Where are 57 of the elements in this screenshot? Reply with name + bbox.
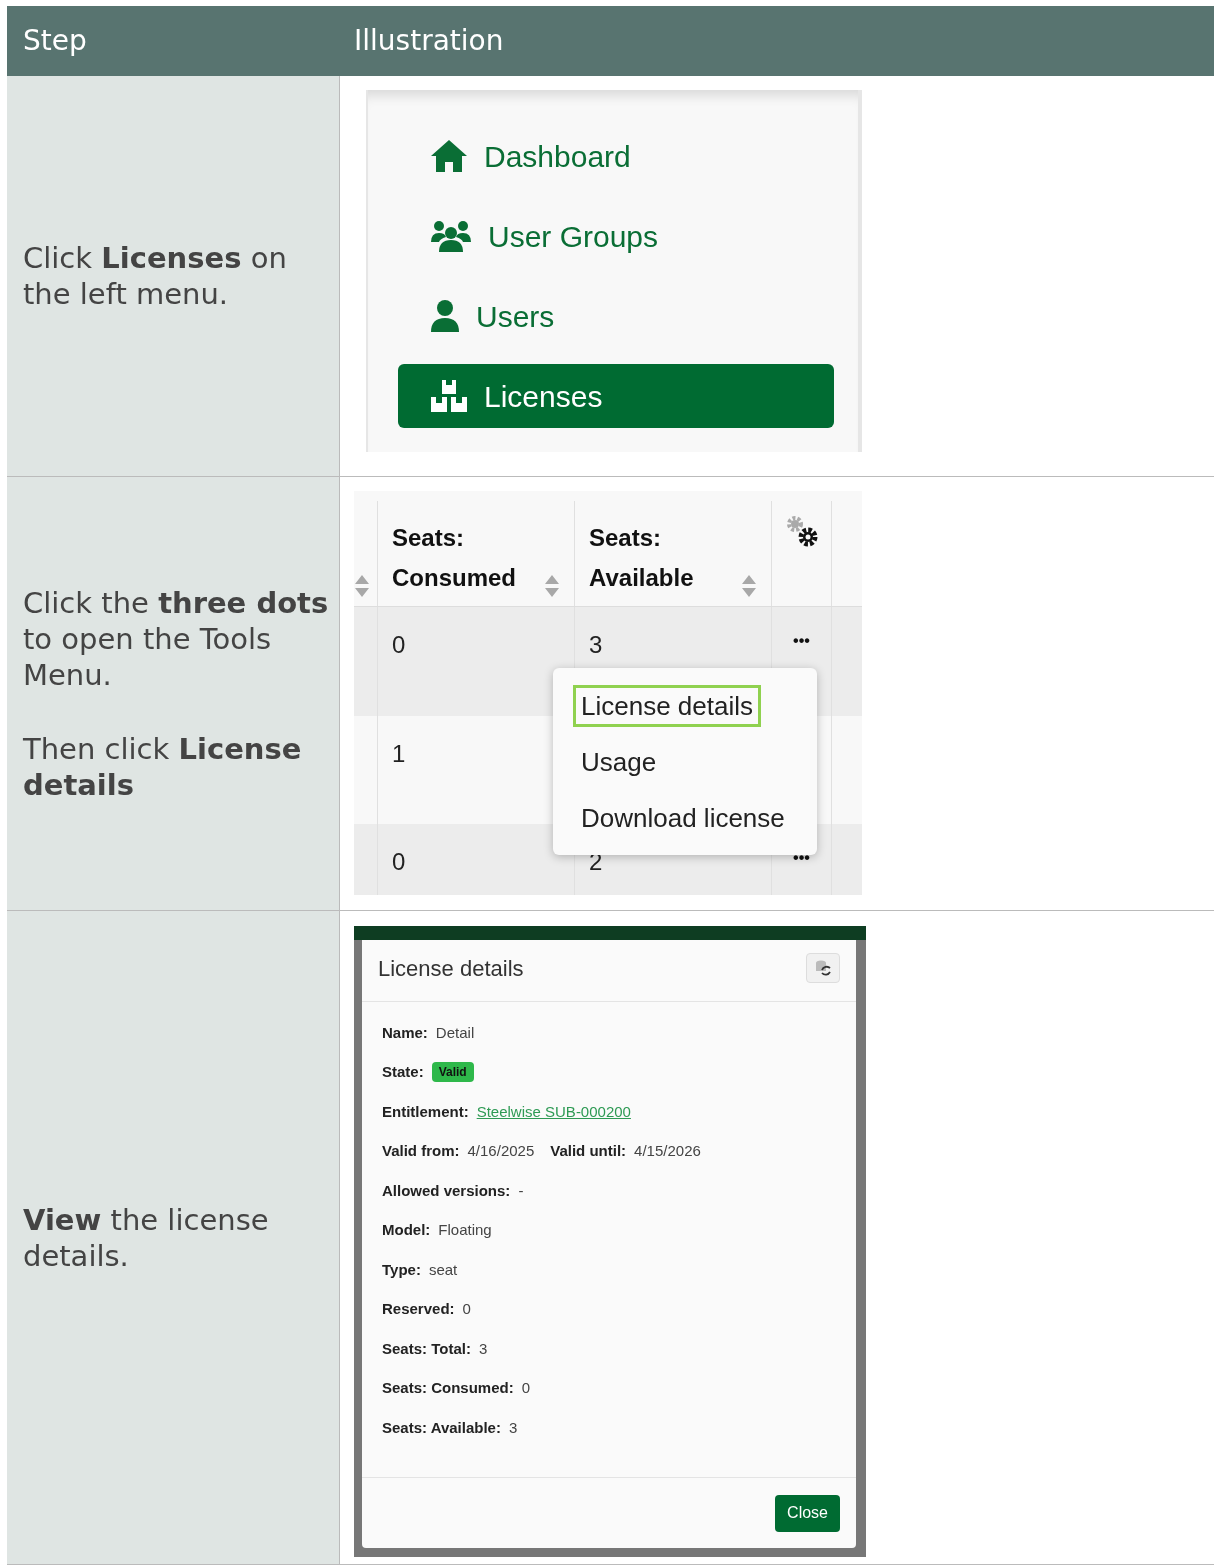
field-label: Type: bbox=[382, 1259, 421, 1280]
field-value: Floating bbox=[438, 1220, 492, 1240]
column-header[interactable]: Seats: Available bbox=[575, 501, 772, 606]
field-label: Valid from: bbox=[382, 1141, 460, 1161]
field-label: Seats: Total: bbox=[382, 1338, 471, 1359]
field-label: Seats: Available: bbox=[382, 1417, 501, 1438]
field-label: Name: bbox=[382, 1022, 428, 1043]
table-cell: 0 bbox=[392, 631, 406, 658]
field-label: Valid until: bbox=[550, 1141, 627, 1161]
entitlement-link[interactable]: Steelwise SUB-000200 bbox=[476, 1100, 631, 1123]
field-label: Reserved: bbox=[382, 1299, 455, 1319]
more-button[interactable]: ••• bbox=[793, 844, 810, 872]
dialog-title: License details bbox=[378, 954, 524, 983]
menu-item[interactable]: User Groups bbox=[398, 204, 834, 268]
field-value: - bbox=[518, 1180, 524, 1201]
menu-item[interactable]: Download license bbox=[573, 797, 793, 839]
field-value: Detail bbox=[435, 1022, 475, 1043]
column-header[interactable]: Seats: Consumed bbox=[378, 501, 575, 606]
user-icon bbox=[430, 299, 460, 333]
step-instruction: Click the three dots to open the Tools Menu. bbox=[23, 584, 330, 693]
field-label: Model: bbox=[382, 1220, 431, 1240]
column-header: Step bbox=[23, 24, 87, 57]
field-label: Allowed versions: bbox=[382, 1180, 511, 1201]
boxes-icon bbox=[430, 379, 468, 413]
field-value: 3 bbox=[478, 1338, 488, 1359]
field-label: State: bbox=[382, 1062, 424, 1082]
menu-item[interactable]: Users bbox=[398, 284, 834, 348]
group-icon bbox=[430, 220, 472, 252]
column-header: Illustration bbox=[354, 24, 504, 57]
status-badge: Valid bbox=[431, 1062, 474, 1083]
more-button[interactable]: ••• bbox=[793, 627, 810, 655]
menu-item[interactable]: Dashboard bbox=[398, 124, 834, 188]
field-value: 0 bbox=[521, 1378, 531, 1398]
table-cell: 3 bbox=[589, 631, 603, 658]
refresh-button[interactable] bbox=[806, 953, 840, 983]
field-value: 3 bbox=[508, 1417, 518, 1438]
home-icon bbox=[430, 139, 468, 173]
menu-item[interactable]: Usage bbox=[573, 741, 665, 783]
field-value: 0 bbox=[462, 1299, 471, 1319]
field-label: Entitlement: bbox=[382, 1101, 469, 1122]
field-value: 4/15/2026 bbox=[634, 1141, 701, 1161]
table-cell: 1 bbox=[392, 740, 406, 767]
refresh-icon bbox=[814, 959, 832, 977]
sort-icon bbox=[544, 574, 560, 598]
menu-item[interactable]: Licenses bbox=[398, 364, 834, 428]
menu-item[interactable]: License details bbox=[573, 685, 761, 727]
step-instruction: View the license details. bbox=[23, 1201, 270, 1274]
step-instruction: Click Licenses on the left menu. bbox=[23, 240, 288, 312]
sort-icon bbox=[354, 574, 370, 598]
settings-icon bbox=[784, 515, 819, 547]
field-label: Seats: Consumed: bbox=[382, 1378, 514, 1398]
table-cell: 0 bbox=[392, 848, 406, 875]
sort-icon bbox=[741, 574, 757, 598]
close-button[interactable]: Close bbox=[775, 1494, 840, 1532]
step-instruction: Then click License details bbox=[23, 730, 303, 803]
field-value: seat bbox=[428, 1259, 458, 1280]
field-value: 4/16/2025 bbox=[467, 1141, 535, 1161]
